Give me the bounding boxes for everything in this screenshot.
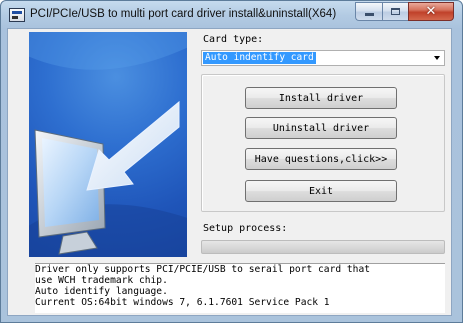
close-button[interactable]: ✕ xyxy=(408,2,454,21)
card-type-selected-value: Auto indentify card xyxy=(203,52,316,64)
setup-progress-bar xyxy=(201,240,445,254)
app-icon[interactable] xyxy=(9,8,25,22)
window-title: PCI/PCIe/USB to multi port card driver i… xyxy=(30,8,337,20)
setup-process-label: Setup process: xyxy=(203,223,288,234)
exit-button[interactable]: Exit xyxy=(245,180,397,202)
install-driver-button[interactable]: Install driver xyxy=(245,87,397,109)
maximize-icon xyxy=(391,8,400,15)
uninstall-driver-button[interactable]: Uninstall driver xyxy=(245,117,397,139)
minimize-button[interactable] xyxy=(355,2,382,21)
card-type-select[interactable]: Auto indentify card xyxy=(201,50,445,66)
info-text-area[interactable]: Driver only supports PCI/PCIE/USB to ser… xyxy=(35,263,445,313)
info-line: use WCH trademark chip. xyxy=(35,275,168,286)
chevron-down-icon[interactable] xyxy=(434,56,440,60)
have-questions-button[interactable]: Have questions,click>> xyxy=(245,148,397,170)
computer-illustration xyxy=(29,32,187,257)
info-line: Auto identify language. xyxy=(35,286,168,297)
close-icon: ✕ xyxy=(425,4,437,19)
info-line: Driver only supports PCI/PCIE/USB to ser… xyxy=(35,264,371,275)
maximize-button[interactable] xyxy=(382,2,408,21)
info-line: Current OS:64bit windows 7, 6.1.7601 Ser… xyxy=(35,297,330,308)
minimize-icon xyxy=(364,13,374,16)
monitor-arrow-icon xyxy=(29,32,187,257)
card-type-label: Card type: xyxy=(203,34,264,45)
title-bar[interactable]: PCI/PCIe/USB to multi port card driver i… xyxy=(1,1,462,29)
